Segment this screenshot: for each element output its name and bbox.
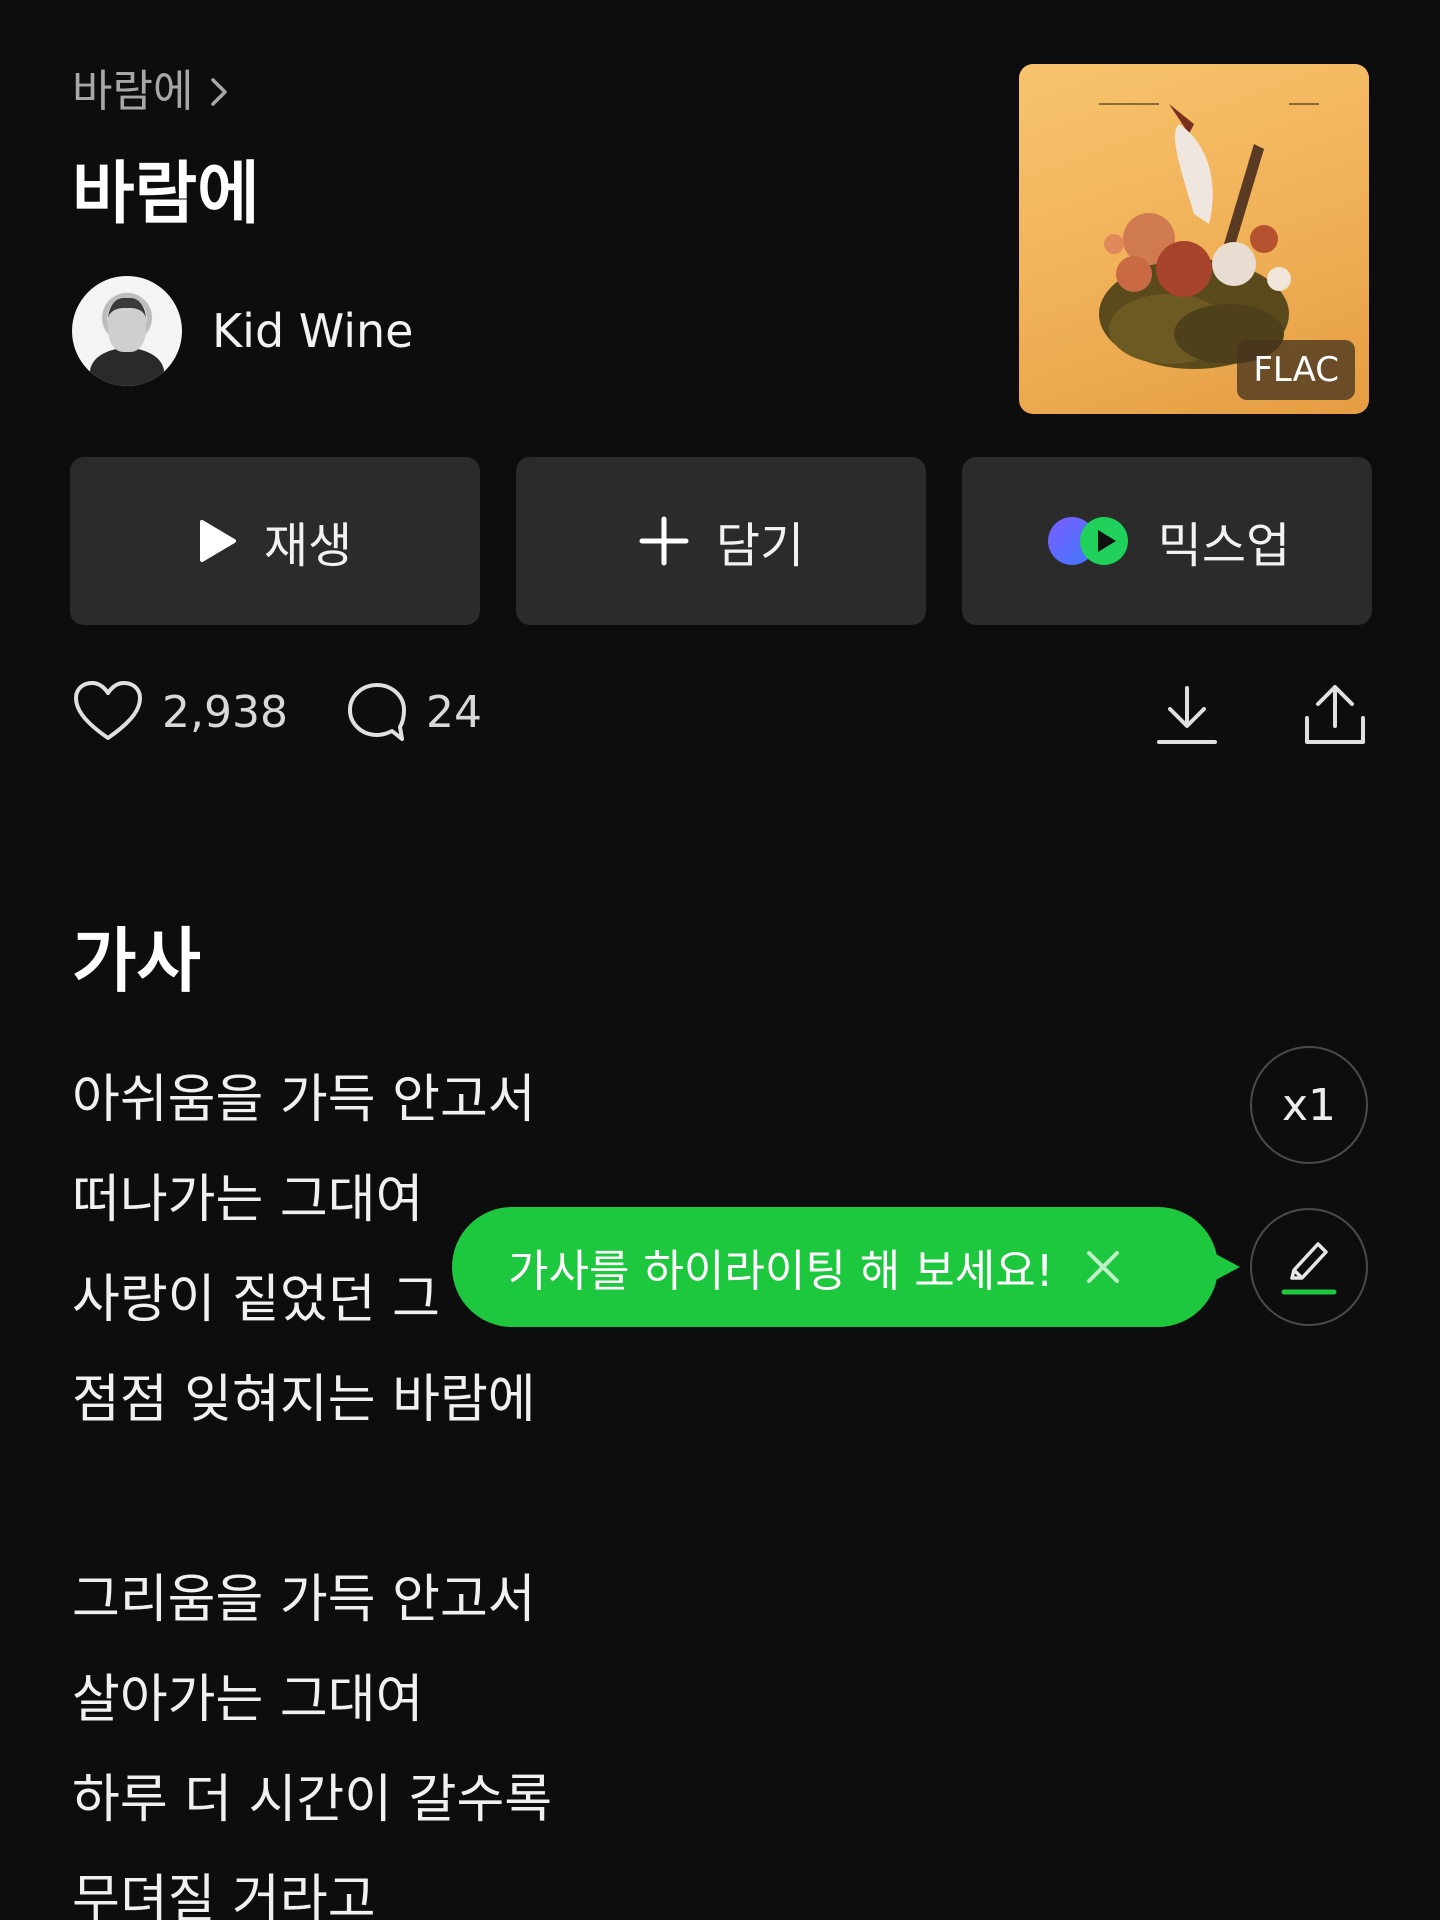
- lyrics-body[interactable]: 아쉬움을 가득 안고서 떠나가는 그대여 사랑이 짙었던 그 점점 잊혀지는 바…: [72, 1050, 552, 1920]
- song-title: 바람에: [72, 155, 260, 234]
- artist-link[interactable]: Kid Wine: [72, 276, 413, 386]
- artist-name: Kid Wine: [212, 304, 414, 358]
- like-count: 2,938: [162, 686, 288, 738]
- play-icon: [199, 520, 236, 562]
- like-button[interactable]: 2,938: [72, 680, 288, 744]
- lyric-line: 아쉬움을 가득 안고서: [72, 1070, 536, 1130]
- speed-label: x1: [1281, 1079, 1337, 1131]
- album-cover[interactable]: FLAC: [1019, 64, 1369, 414]
- chevron-right-icon: [211, 78, 228, 106]
- heart-icon: [74, 681, 142, 740]
- artist-avatar: [72, 276, 182, 386]
- stats-row: 2,938 24: [72, 680, 482, 744]
- download-icon[interactable]: [1154, 682, 1220, 748]
- highlighter-icon: [1281, 1242, 1337, 1295]
- plus-icon: [639, 516, 689, 566]
- comment-button[interactable]: 24: [346, 681, 482, 743]
- add-button-label: 담기: [715, 518, 805, 574]
- add-to-playlist-button[interactable]: 담기: [516, 457, 926, 625]
- play-button[interactable]: 재생: [70, 457, 480, 625]
- breadcrumb[interactable]: 바람에: [72, 62, 233, 122]
- mixup-icon: [1047, 517, 1128, 565]
- lyric-line: 하루 더 시간이 갈수록: [72, 1770, 553, 1830]
- lyric-line: 무뎌질 거라고: [72, 1870, 376, 1920]
- tooltip-text: 가사를 하이라이팅 해 보세요!: [508, 1246, 1054, 1297]
- lyric-stanza-break: [72, 1450, 552, 1550]
- close-icon[interactable]: [1083, 1247, 1123, 1287]
- comment-count: 24: [425, 686, 482, 738]
- flac-badge: FLAC: [1237, 340, 1355, 400]
- play-button-label: 재생: [263, 518, 353, 574]
- utility-icons: [1154, 682, 1368, 748]
- lyric-line: 그리움을 가득 안고서: [72, 1570, 536, 1630]
- action-buttons: 재생 담기 믹스업: [70, 457, 1372, 625]
- lyrics-speed-button[interactable]: x1: [1250, 1046, 1368, 1164]
- lyrics-heading: 가사: [72, 920, 201, 1002]
- song-detail-screen: 바람에 바람에 Kid Wine FLAC 재생 담기 믹스업 2,938 24…: [0, 0, 1440, 1920]
- mixup-button-label: 믹스업: [1157, 518, 1291, 574]
- lyric-line: 점점 잊혀지는 바람에: [72, 1370, 536, 1430]
- lyric-line: 살아가는 그대여: [72, 1670, 424, 1730]
- mixup-button[interactable]: 믹스업: [962, 457, 1372, 625]
- lyrics-highlight-button[interactable]: [1250, 1208, 1368, 1326]
- comment-icon: [347, 683, 406, 741]
- breadcrumb-album-label: 바람에: [72, 66, 194, 117]
- highlight-tooltip: 가사를 하이라이팅 해 보세요!: [452, 1207, 1218, 1327]
- share-icon[interactable]: [1302, 682, 1368, 748]
